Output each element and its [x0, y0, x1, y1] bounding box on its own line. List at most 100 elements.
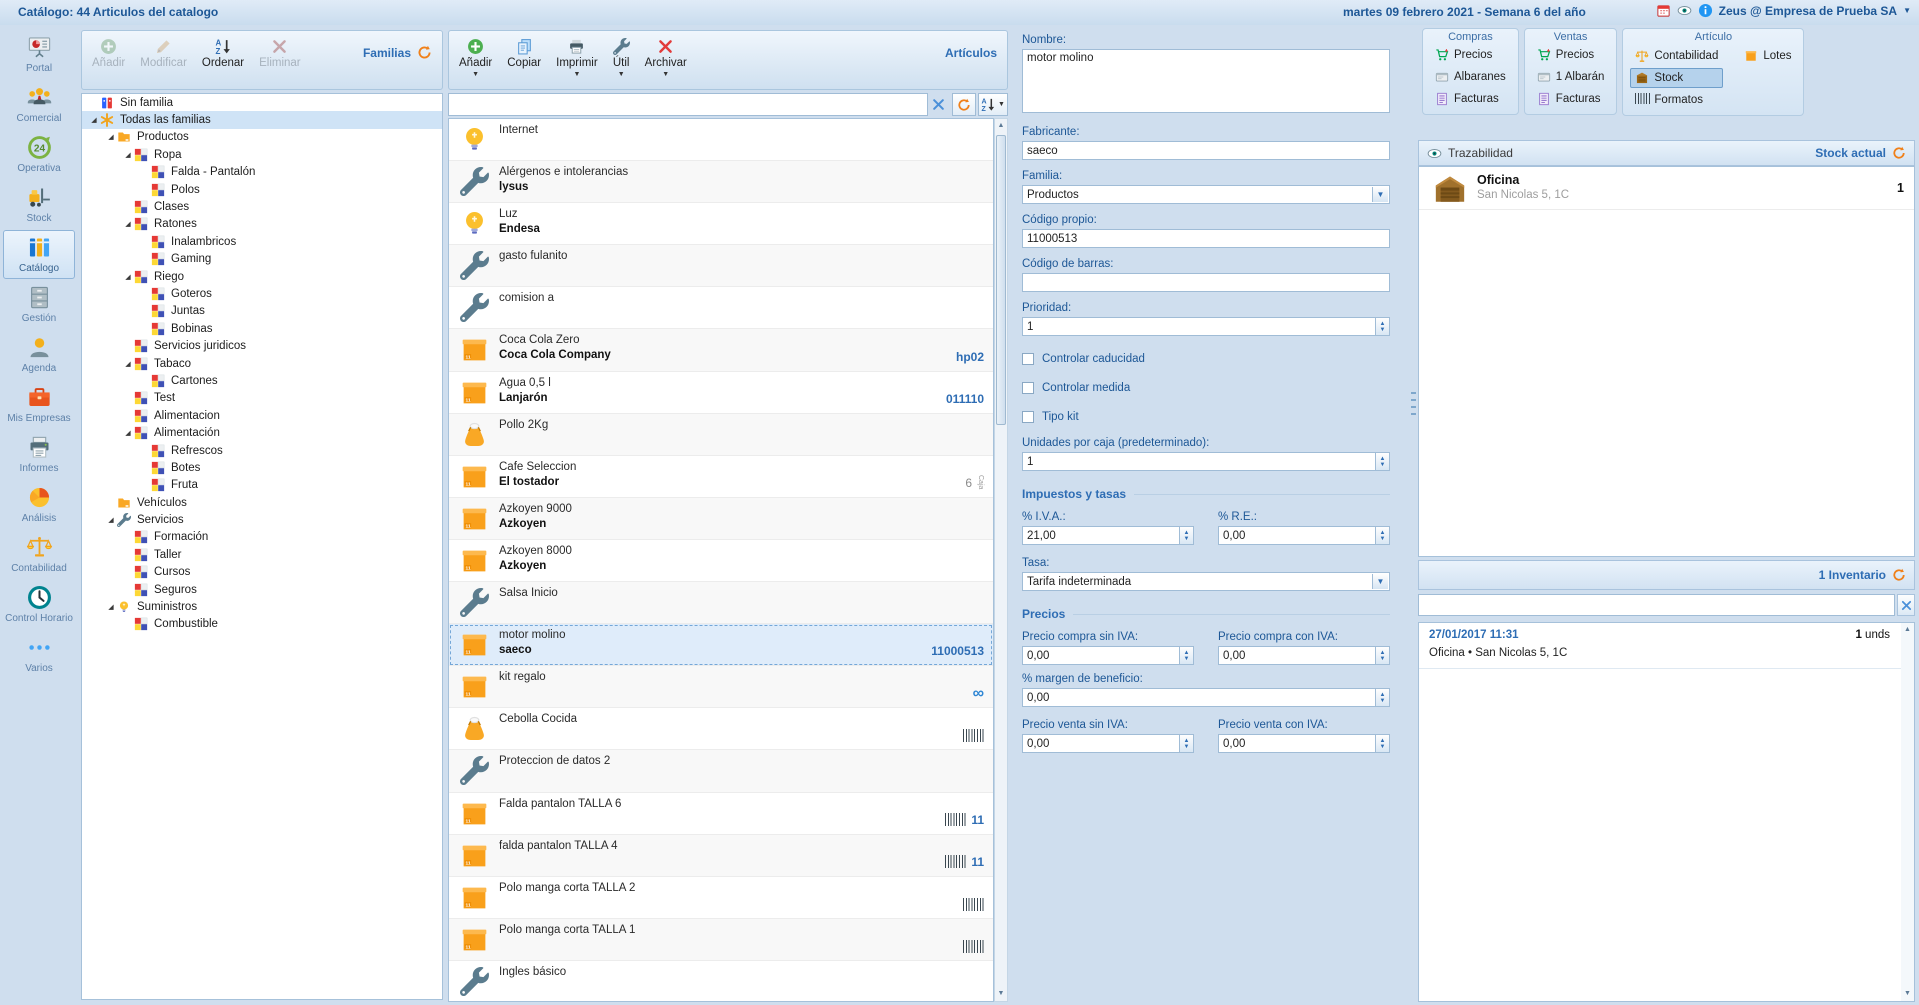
expander-icon[interactable]: ◢	[105, 603, 117, 611]
article-row-comision-a[interactable]: comision a	[449, 287, 993, 329]
sidebar-item-control-horario[interactable]: Control Horario	[3, 580, 75, 629]
refresh-families-icon[interactable]	[417, 45, 432, 60]
family-tree-item-taller[interactable]: Taller	[82, 546, 442, 563]
scroll-up-icon[interactable]: ▲	[1901, 623, 1914, 637]
checkbox-icon[interactable]	[1022, 353, 1034, 365]
ventas-1-albaran-button[interactable]: 1 Albarán	[1532, 67, 1610, 87]
sidebar-item-portal[interactable]: Portal	[3, 30, 75, 79]
family-tree-item-polos[interactable]: Polos	[82, 181, 442, 198]
prioridad-field[interactable]	[1022, 317, 1390, 336]
article-row-motor-molino[interactable]: 11motor molinosaeco11000513	[449, 624, 993, 666]
family-tree-item-todas-las-familias[interactable]: ◢Todas las familias	[82, 111, 442, 128]
anadir-button[interactable]: Añadir▼	[459, 38, 492, 78]
expander-icon[interactable]: ◢	[122, 429, 134, 437]
scroll-down-icon[interactable]: ▼	[1901, 987, 1914, 1001]
chevron-down-icon[interactable]: ▼	[1903, 6, 1911, 15]
expander-icon[interactable]: ◢	[122, 273, 134, 281]
articulo-formatos-button[interactable]: Formatos	[1630, 90, 1723, 110]
family-tree-item-cartones[interactable]: Cartones	[82, 372, 442, 389]
spinner-icon[interactable]: ▲▼	[1375, 527, 1389, 544]
compra-con-field[interactable]	[1218, 646, 1390, 665]
prioridad-stepper[interactable]: ▲▼	[1022, 317, 1390, 336]
family-tree-item-gaming[interactable]: Gaming	[82, 251, 442, 268]
family-tree-item-inalambricos[interactable]: Inalambricos	[82, 233, 442, 250]
venta-sin-field[interactable]	[1022, 734, 1194, 753]
family-tree-item-goteros[interactable]: Goteros	[82, 285, 442, 302]
clear-inventario-search-button[interactable]	[1897, 594, 1915, 616]
imprimir-button[interactable]: Imprimir▼	[556, 38, 598, 78]
family-tree-item-sin-familia[interactable]: Sin familia	[82, 94, 442, 111]
family-tree-item-servicios[interactable]: ◢Servicios	[82, 511, 442, 528]
margen-field[interactable]	[1022, 688, 1390, 707]
sidebar-item-operativa[interactable]: 24Operativa	[3, 130, 75, 179]
ventas-facturas-button[interactable]: Facturas	[1532, 89, 1610, 109]
refresh-stock-icon[interactable]	[1892, 146, 1906, 160]
family-tree-item-refrescos[interactable]: Refrescos	[82, 442, 442, 459]
spinner-icon[interactable]: ▲▼	[1375, 735, 1389, 752]
article-row-falda-pantalon-talla-4[interactable]: 11falda pantalon TALLA 411	[449, 835, 993, 877]
inventario-link[interactable]: 1 Inventario	[1819, 568, 1886, 582]
controlar-medida-checkbox[interactable]: Controlar medida	[1022, 382, 1390, 394]
articulo-stock-button[interactable]: Stock	[1630, 68, 1723, 88]
spinner-icon[interactable]: ▲▼	[1375, 318, 1389, 335]
compras-precios-button[interactable]: Precios	[1430, 45, 1511, 65]
expander-icon[interactable]: ◢	[122, 220, 134, 228]
articulo-contabilidad-button[interactable]: Contabilidad	[1630, 46, 1723, 66]
sidebar-item-gestion[interactable]: Gestión	[3, 280, 75, 329]
article-row-coca-cola-zero[interactable]: 11Coca Cola ZeroCoca Cola Companyhp02	[449, 329, 993, 371]
sidebar-item-analisis[interactable]: Análisis	[3, 480, 75, 529]
family-tree-item-ropa[interactable]: ◢Ropa	[82, 146, 442, 163]
sidebar-item-varios[interactable]: Varios	[3, 630, 75, 679]
article-row-pollo-2kg[interactable]: Pollo 2Kg	[449, 414, 993, 456]
family-tree-item-test[interactable]: Test	[82, 390, 442, 407]
inventario-row[interactable]: 27/01/2017 11:311 undsOficina • San Nico…	[1419, 623, 1914, 669]
article-row-gasto-fulanito[interactable]: gasto fulanito	[449, 245, 993, 287]
ordenar-button[interactable]: AZOrdenar	[202, 38, 244, 78]
nombre-field[interactable]: motor molino	[1022, 49, 1390, 113]
article-row-agua-0-5-l[interactable]: 11Agua 0,5 lLanjarón011110	[449, 372, 993, 414]
util-button[interactable]: Útil▼	[613, 38, 630, 78]
archivar-button[interactable]: Archivar▼	[645, 38, 687, 78]
family-tree-item-suministros[interactable]: ◢Suministros	[82, 598, 442, 615]
scroll-up-icon[interactable]: ▲	[995, 119, 1007, 133]
sidebar-item-comercial[interactable]: Comercial	[3, 80, 75, 129]
spinner-icon[interactable]: ▲▼	[1375, 453, 1389, 470]
venta-con-stepper[interactable]: ▲▼	[1218, 734, 1390, 753]
calendar-icon[interactable]	[1656, 3, 1671, 18]
family-tree-item-bobinas[interactable]: Bobinas	[82, 320, 442, 337]
compra-sin-field[interactable]	[1022, 646, 1194, 665]
sidebar-item-mis-empresas[interactable]: Mis Empresas	[3, 380, 75, 429]
family-tree-item-riego[interactable]: ◢Riego	[82, 268, 442, 285]
sidebar-item-catalogo[interactable]: Catálogo	[3, 230, 75, 279]
article-list-scrollbar[interactable]: ▲ ▼	[994, 118, 1008, 1002]
family-tree-item-clases[interactable]: Clases	[82, 198, 442, 215]
article-row-cebolla-cocida[interactable]: Cebolla Cocida	[449, 708, 993, 750]
ventas-precios-button[interactable]: Precios	[1532, 45, 1610, 65]
family-tree-item-ratones[interactable]: ◢Ratones	[82, 216, 442, 233]
article-row-polo-manga-corta-talla-2[interactable]: 11Polo manga corta TALLA 2	[449, 877, 993, 919]
sidebar-item-stock[interactable]: Stock	[3, 180, 75, 229]
family-tree-item-falda-pantalon[interactable]: Falda - Pantalón	[82, 164, 442, 181]
family-tree-item-tabaco[interactable]: ◢Tabaco	[82, 355, 442, 372]
family-tree-item-formacion[interactable]: Formación	[82, 529, 442, 546]
expander-icon[interactable]: ◢	[88, 116, 100, 124]
article-row-ingles-basico[interactable]: Ingles básico	[449, 961, 993, 1002]
family-tree-item-combustible[interactable]: Combustible	[82, 616, 442, 633]
iva-stepper[interactable]: ▲▼	[1022, 526, 1194, 545]
spinner-icon[interactable]: ▲▼	[1179, 527, 1193, 544]
familia-select[interactable]: Productos ▼	[1022, 185, 1390, 204]
family-tree-item-seguros[interactable]: Seguros	[82, 581, 442, 598]
spinner-icon[interactable]: ▲▼	[1375, 647, 1389, 664]
fabricante-field[interactable]	[1022, 141, 1390, 160]
re-stepper[interactable]: ▲▼	[1218, 526, 1390, 545]
article-row-polo-manga-corta-talla-1[interactable]: 11Polo manga corta TALLA 1	[449, 919, 993, 961]
article-row-azkoyen-8000[interactable]: 11Azkoyen 8000Azkoyen	[449, 540, 993, 582]
venta-con-field[interactable]	[1218, 734, 1390, 753]
article-row-luz[interactable]: LuzEndesa	[449, 203, 993, 245]
chevron-down-icon[interactable]: ▼	[1372, 187, 1388, 202]
expander-icon[interactable]: ◢	[122, 151, 134, 159]
expander-icon[interactable]: ◢	[105, 516, 117, 524]
codigo-propio-field[interactable]	[1022, 229, 1390, 248]
family-tree-item-fruta[interactable]: Fruta	[82, 477, 442, 494]
spinner-icon[interactable]: ▲▼	[1179, 735, 1193, 752]
